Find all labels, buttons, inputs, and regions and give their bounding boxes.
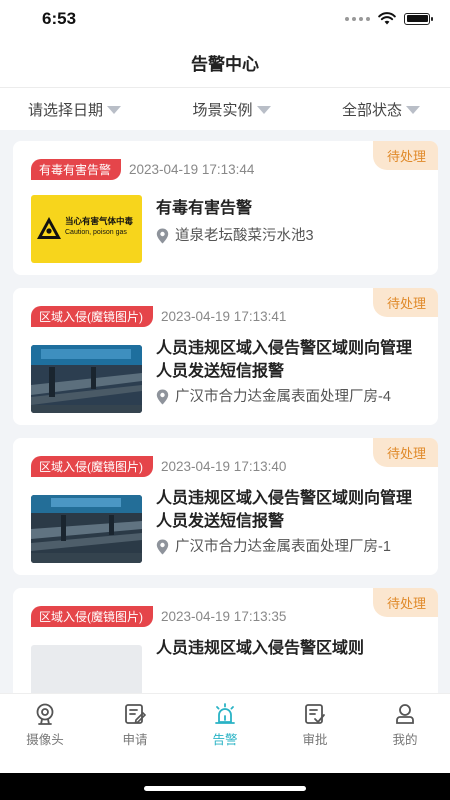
alarm-icon [215, 703, 235, 724]
alarm-time: 2023-04-19 17:13:44 [129, 162, 255, 177]
alarm-card[interactable]: 待处理 区域入侵(魔镜图片) 2023-04-19 17:13:40 人员违规区… [13, 438, 438, 575]
tab-bar: 摄像头 申请 告警 审批 我的 [0, 693, 450, 749]
alarm-type-tag: 区域入侵(魔镜图片) [31, 306, 153, 327]
app-screen: 6:53 告警中心 请选择日期 场景实例 全部状态 待处理 有毒有害告警 202… [0, 0, 450, 773]
date-filter[interactable]: 请选择日期 [28, 99, 122, 120]
battery-icon [404, 12, 433, 25]
alarm-card[interactable]: 待处理 区域入侵(魔镜图片) 2023-04-19 17:13:35 人员违规区… [13, 588, 438, 693]
dropdown-triangle-icon [107, 105, 122, 114]
filter-bar: 请选择日期 场景实例 全部状态 [0, 88, 450, 130]
status-filter-label: 全部状态 [341, 101, 402, 119]
alarm-location: 广汉市合力达金属表面处理厂房-1 [175, 539, 391, 555]
alarm-location: 道泉老坛酸菜污水池3 [175, 228, 314, 244]
alarm-list[interactable]: 待处理 有毒有害告警 2023-04-19 17:13:44 当心有害气体中毒 … [0, 131, 450, 693]
alarm-card[interactable]: 待处理 有毒有害告警 2023-04-19 17:13:44 当心有害气体中毒 … [13, 141, 438, 275]
alarm-type-tag: 区域入侵(魔镜图片) [31, 606, 153, 627]
tab-approve[interactable]: 审批 [270, 694, 360, 749]
factory-photo [31, 345, 142, 413]
tab-camera[interactable]: 摄像头 [0, 694, 90, 749]
status-badge: 待处理 [372, 288, 438, 317]
tab-mine-label: 我的 [392, 733, 418, 747]
camera-icon [36, 703, 54, 725]
home-bar-area [0, 749, 450, 773]
alarm-title: 人员违规区域入侵告警区域则向管理人员发送短信报警 [156, 490, 413, 530]
alarm-time: 2023-04-19 17:13:35 [161, 609, 287, 624]
date-filter-label: 请选择日期 [28, 101, 104, 119]
status-time: 6:53 [42, 9, 77, 28]
tab-camera-label: 摄像头 [26, 733, 64, 747]
location-pin-icon [156, 539, 169, 555]
alarm-title: 人员违规区域入侵告警区域则 [156, 640, 365, 657]
sign-text: 当心有害气体中毒 [65, 216, 134, 226]
scene-filter[interactable]: 场景实例 [192, 99, 271, 120]
nav-bar: 告警中心 [0, 38, 450, 88]
tab-apply-label: 申请 [122, 733, 148, 747]
status-badge: 待处理 [372, 588, 438, 617]
tab-alarm-label: 告警 [212, 733, 238, 747]
home-indicator[interactable] [144, 786, 306, 791]
tab-approve-label: 审批 [302, 733, 328, 747]
alarm-title: 有毒有害告警 [156, 200, 253, 217]
approve-icon [305, 704, 325, 724]
sign-subtext: Caution, poison gas [65, 229, 127, 236]
page-title: 告警中心 [191, 55, 259, 74]
scene-filter-label: 场景实例 [192, 101, 253, 119]
warning-triangle-icon [37, 217, 61, 239]
wifi-icon [378, 12, 396, 25]
alarm-card[interactable]: 待处理 区域入侵(魔镜图片) 2023-04-19 17:13:41 人员违规区… [13, 288, 438, 425]
status-bar: 6:53 [0, 0, 450, 38]
location-pin-icon [156, 228, 169, 244]
alarm-thumbnail[interactable]: 当心有害气体中毒 Caution, poison gas [31, 195, 142, 263]
alarm-time: 2023-04-19 17:13:41 [161, 309, 287, 324]
tab-alarm[interactable]: 告警 [180, 694, 270, 749]
alarm-location: 广汉市合力达金属表面处理厂房-4 [175, 389, 391, 405]
location-pin-icon [156, 389, 169, 405]
status-badge: 待处理 [372, 141, 438, 170]
alarm-thumbnail[interactable] [31, 495, 142, 563]
alarm-type-tag: 有毒有害告警 [31, 159, 122, 180]
status-badge: 待处理 [372, 438, 438, 467]
alarm-thumbnail[interactable] [31, 645, 142, 693]
alarm-type-tag: 区域入侵(魔镜图片) [31, 456, 153, 477]
factory-photo [31, 495, 142, 563]
signal-icon [345, 16, 370, 21]
tab-mine[interactable]: 我的 [360, 694, 450, 749]
status-icons [345, 12, 433, 25]
alarm-title: 人员违规区域入侵告警区域则向管理人员发送短信报警 [156, 340, 413, 380]
dropdown-triangle-icon [405, 105, 420, 114]
apply-icon [125, 704, 147, 724]
tab-apply[interactable]: 申请 [90, 694, 180, 749]
status-filter[interactable]: 全部状态 [342, 99, 420, 120]
user-icon [396, 704, 414, 724]
dropdown-triangle-icon [256, 105, 271, 114]
alarm-thumbnail[interactable] [31, 345, 142, 413]
alarm-time: 2023-04-19 17:13:40 [161, 459, 287, 474]
